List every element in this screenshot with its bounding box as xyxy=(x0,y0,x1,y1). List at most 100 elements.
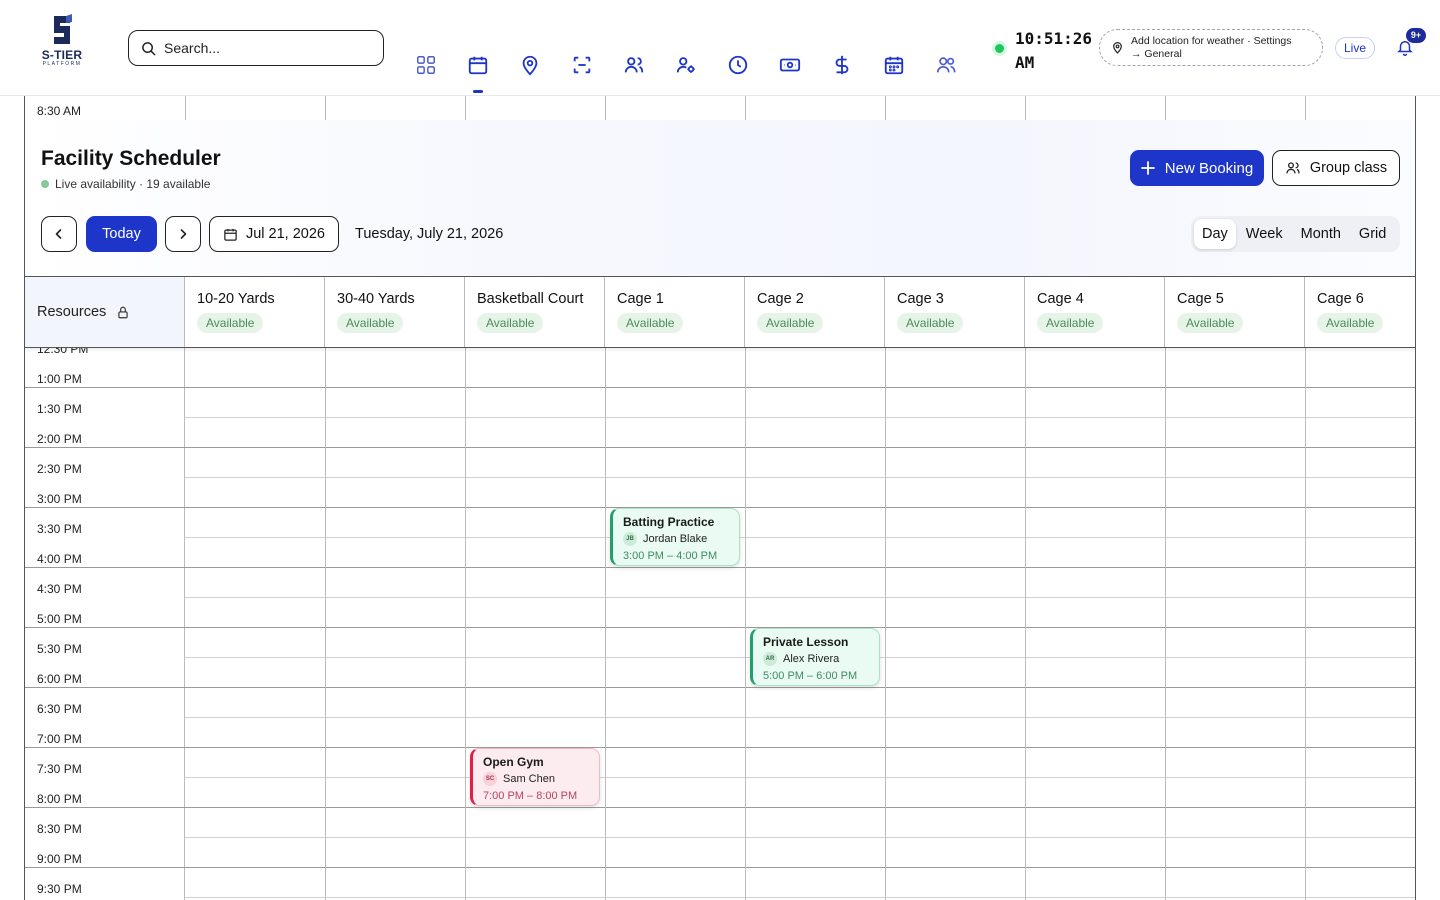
time-row-line xyxy=(25,717,185,718)
user-settings-icon xyxy=(676,57,695,73)
chevron-right-icon xyxy=(180,229,187,239)
grid-row-line xyxy=(185,837,1415,838)
booking-card[interactable]: Open Gym SC Sam Chen 7:00 PM – 8:00 PM xyxy=(470,748,600,806)
resource-status-badge: Available xyxy=(337,313,404,333)
resource-name: Cage 4 xyxy=(1037,291,1084,307)
grid-divider xyxy=(185,96,186,120)
time-row-line xyxy=(25,567,185,568)
time-row-line xyxy=(25,417,185,418)
grid-divider xyxy=(1025,96,1026,120)
resource-status-badge: Available xyxy=(1037,313,1104,333)
booking-card[interactable]: Private Lesson AR Alex Rivera 5:00 PM – 6:0… xyxy=(750,628,880,686)
time-slot-label: 4:30 PM xyxy=(37,582,82,596)
grid-column-line xyxy=(1305,348,1306,900)
time-slot-label: 5:00 PM xyxy=(37,612,82,626)
time-slot-label: 8:00 PM xyxy=(37,792,82,806)
time-slot-label: 2:30 PM xyxy=(37,462,82,476)
dashboard-icon xyxy=(417,56,435,74)
view-month-option[interactable]: Month xyxy=(1293,219,1349,249)
resource-column-header[interactable]: Cage 3 Available xyxy=(885,277,1025,347)
avatar: AR xyxy=(763,652,777,666)
grid-row-line xyxy=(185,897,1415,898)
resource-column-header[interactable]: Cage 6 Available xyxy=(1305,277,1415,347)
page-title: Facility Scheduler xyxy=(41,147,221,170)
current-date-label: Tuesday, July 21, 2026 xyxy=(355,226,504,242)
nav-payments[interactable] xyxy=(764,46,816,88)
grid-row-line xyxy=(185,387,1415,388)
resource-column-header[interactable]: 30-40 Yards Available xyxy=(325,277,465,347)
avatar: SC xyxy=(483,772,497,786)
resource-name: Cage 6 xyxy=(1317,291,1364,307)
time-slot-label: 1:30 PM xyxy=(37,402,82,416)
time-row-line xyxy=(25,687,185,688)
booking-card[interactable]: Batting Practice JB Jordan Blake 3:00 PM – … xyxy=(610,508,740,566)
resource-column-header[interactable]: Cage 5 Available xyxy=(1165,277,1305,347)
weather-text-line1: Add location for weather · Settings xyxy=(1131,34,1292,47)
nav-billing[interactable] xyxy=(816,46,868,88)
resource-column-header[interactable]: Basketball Court Available xyxy=(465,277,605,347)
nav-dashboard[interactable] xyxy=(400,46,452,88)
today-button[interactable]: Today xyxy=(86,216,157,252)
resources-column-header: Resources xyxy=(25,277,185,347)
lock-icon[interactable] xyxy=(116,305,130,320)
nav-members[interactable] xyxy=(608,46,660,88)
booking-title: Open Gym xyxy=(483,755,544,769)
time-slot-label: 7:30 PM xyxy=(37,762,82,776)
nav-scan[interactable] xyxy=(556,46,608,88)
nav-history[interactable] xyxy=(712,46,764,88)
view-switcher: Day Week Month Grid xyxy=(1191,216,1400,252)
time-row-line xyxy=(25,507,185,508)
calendar-icon xyxy=(224,228,237,241)
notification-count-badge: 9+ xyxy=(1406,28,1426,43)
view-day-option[interactable]: Day xyxy=(1194,219,1236,249)
date-picker-button[interactable]: Jul 21, 2026 xyxy=(209,216,339,252)
availability-dot xyxy=(41,180,49,188)
nav-locations[interactable] xyxy=(504,46,556,88)
live-badge[interactable]: Live xyxy=(1335,37,1376,59)
new-booking-button[interactable]: New Booking xyxy=(1130,150,1264,186)
resource-column-header[interactable]: 10-20 Yards Available xyxy=(185,277,325,347)
availability-status: Live availability · 19 available xyxy=(41,177,210,191)
app-logo[interactable]: S-TIER PLATFORM xyxy=(36,14,88,68)
nav-calendar[interactable] xyxy=(452,46,504,93)
view-grid-option[interactable]: Grid xyxy=(1351,219,1394,249)
grid-row-line xyxy=(185,567,1415,568)
calendar-grid-icon xyxy=(884,56,904,75)
weather-widget[interactable]: Add location for weather · Settings → Ge… xyxy=(1099,29,1323,66)
location-pin-icon xyxy=(1113,42,1122,54)
nav-icon-bar xyxy=(400,46,972,93)
connection-status-dot xyxy=(995,44,1004,53)
logo-subtitle: PLATFORM xyxy=(42,61,82,67)
grid-column-line xyxy=(325,348,326,900)
group-class-button[interactable]: Group class xyxy=(1272,150,1400,186)
next-day-button[interactable] xyxy=(165,216,201,252)
time-slot-label: 3:00 PM xyxy=(37,492,82,506)
logo-word: S-TIER xyxy=(41,48,83,62)
search-input[interactable] xyxy=(164,40,364,56)
chevron-left-icon xyxy=(55,229,62,239)
users-icon xyxy=(624,57,644,73)
previous-day-button[interactable] xyxy=(41,216,77,252)
resource-column-header[interactable]: Cage 2 Available xyxy=(745,277,885,347)
clock-display: 10:51:26 AM xyxy=(1015,27,1095,75)
resource-status-badge: Available xyxy=(477,313,544,333)
view-week-option[interactable]: Week xyxy=(1238,219,1291,249)
nav-schedule-grid[interactable] xyxy=(868,46,920,88)
time-slot-label: 6:00 PM xyxy=(37,672,82,686)
booking-time: 3:00 PM – 4:00 PM xyxy=(623,550,718,562)
time-slot-label: 1:00 PM xyxy=(37,372,82,386)
availability-text: Live availability · 19 available xyxy=(55,177,211,191)
resource-column-header[interactable]: Cage 4 Available xyxy=(1025,277,1165,347)
resource-header-row: Resources 10-20 Yards Available 30-40 Yard… xyxy=(25,276,1415,348)
resource-name: Cage 1 xyxy=(617,291,664,307)
nav-groups[interactable] xyxy=(920,46,972,88)
booking-person: AR Alex Rivera xyxy=(763,652,879,666)
nav-staff-settings[interactable] xyxy=(660,46,712,88)
resource-status-badge: Available xyxy=(197,313,264,333)
resource-name: Cage 5 xyxy=(1177,291,1224,307)
time-row-line xyxy=(25,597,185,598)
booking-person-name: Jordan Blake xyxy=(643,533,708,545)
dollar-icon xyxy=(835,55,849,75)
grid-divider xyxy=(325,96,326,120)
resource-column-header[interactable]: Cage 1 Available xyxy=(605,277,745,347)
